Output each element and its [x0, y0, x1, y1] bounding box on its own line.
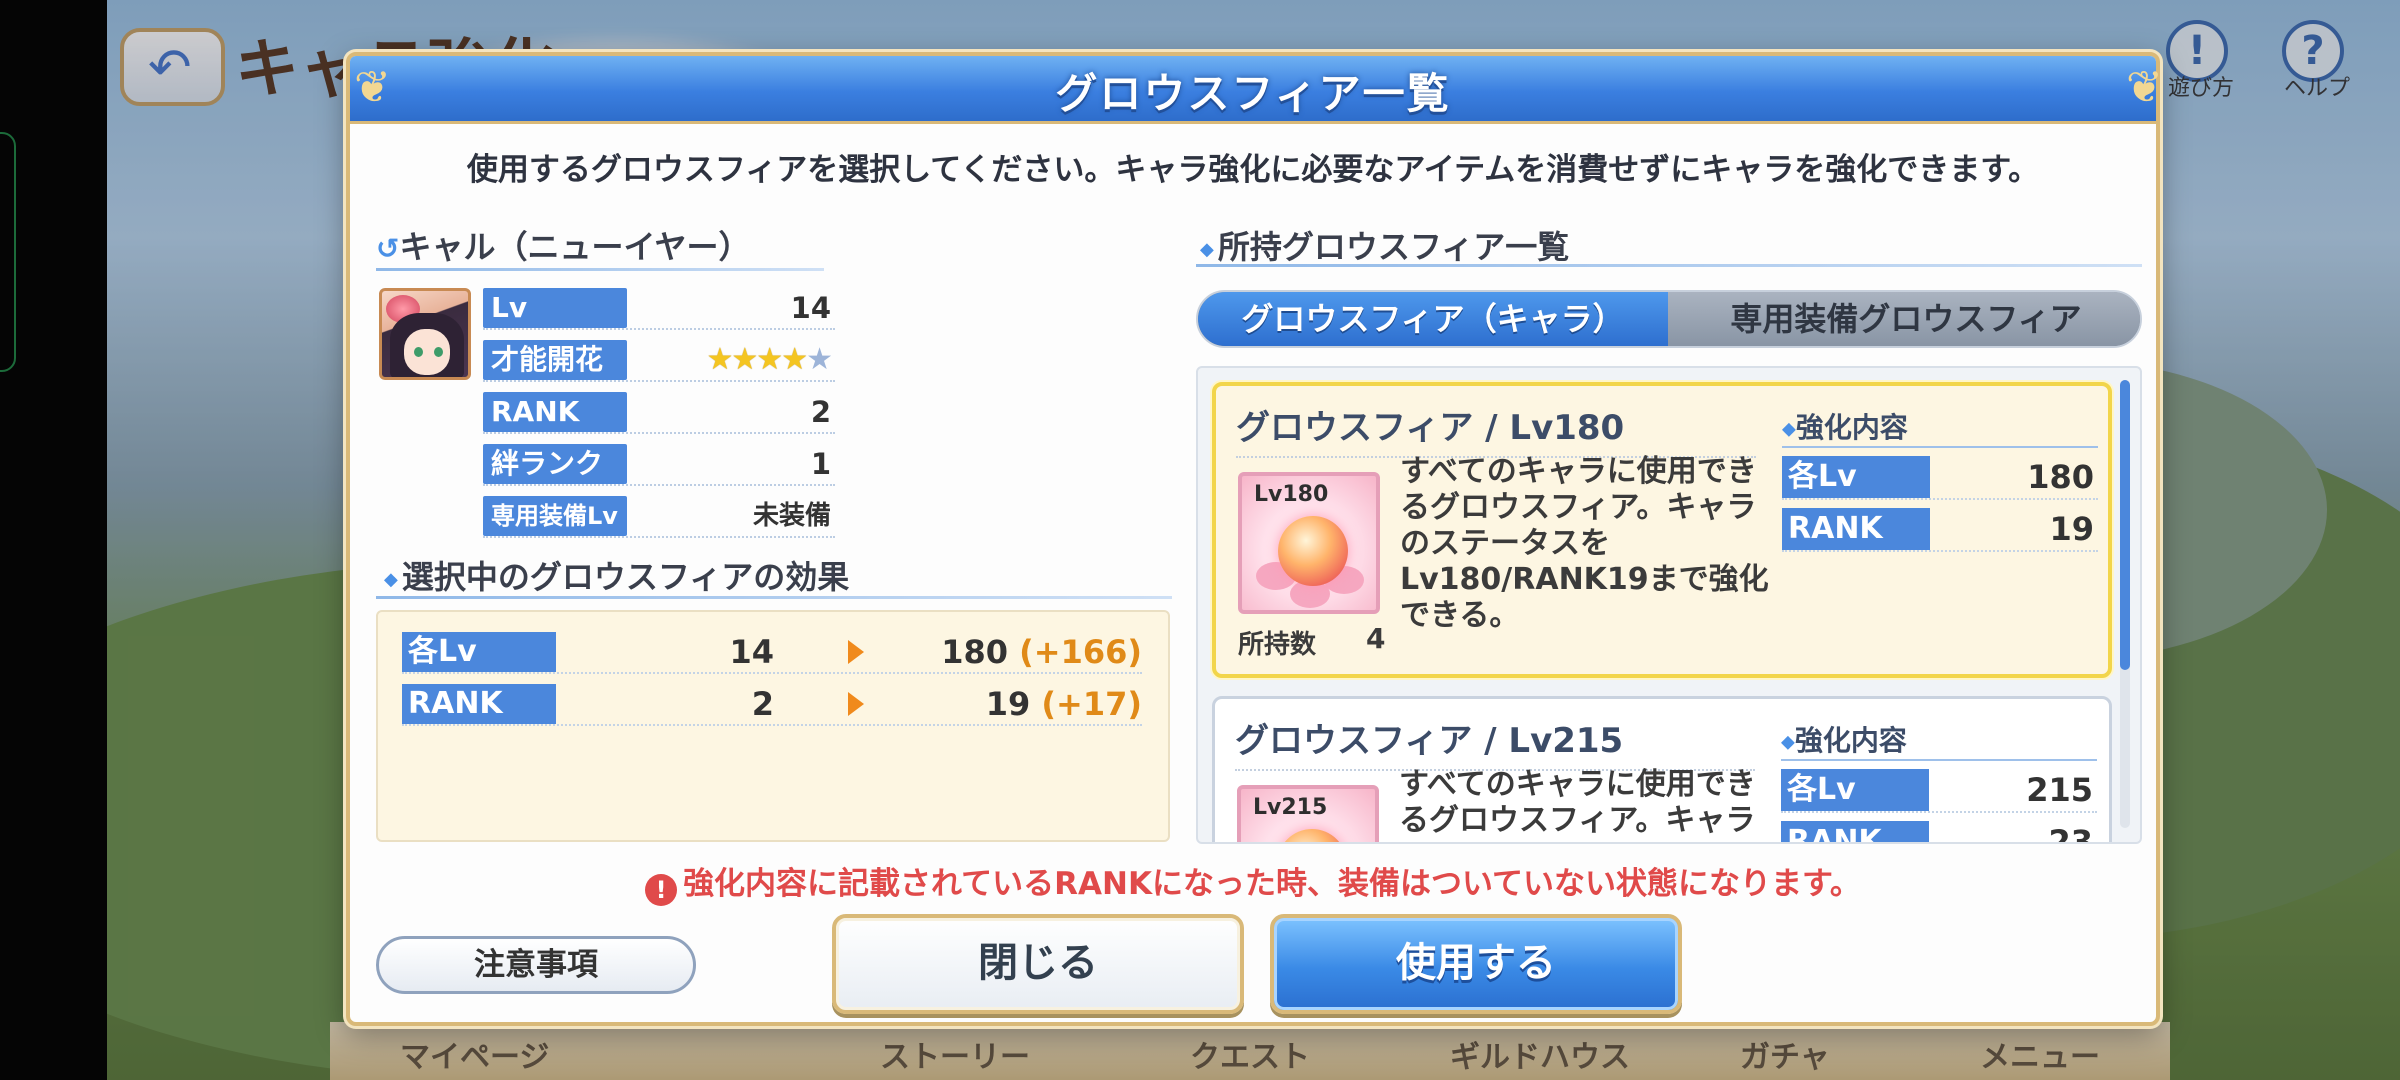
divider — [376, 268, 824, 271]
stat-label: Lv — [483, 288, 627, 328]
card-title: グロウスフィア / Lv215 — [1235, 721, 1624, 761]
card-description: すべてのキャラに使用できるグロウスフィア。キャラ — [1399, 767, 1756, 838]
effect-diff: (+17) — [1041, 685, 1142, 723]
enhance-label: RANK — [1782, 508, 1930, 550]
effect-from-value: 2 — [751, 685, 774, 723]
stat-row-bond-rank: 絆ランク 1 — [483, 442, 835, 486]
owned-heading-text: 所持グロウスフィア一覧 — [1217, 228, 1570, 266]
card-title: グロウスフィア / Lv180 — [1236, 408, 1625, 448]
stat-label: RANK — [483, 392, 627, 432]
sphere-card-lv180[interactable]: グロウスフィア / Lv180 Lv180 すべてのキャラに使用できるグロウスフ… — [1212, 382, 2112, 678]
stat-value: 14 — [790, 291, 831, 325]
arrow-right-icon — [848, 640, 864, 664]
stat-value: 未装備 — [752, 501, 831, 531]
tab-chara-sphere[interactable]: グロウスフィア（キャラ） — [1198, 292, 1668, 346]
header-ornament-icon: ❦ — [354, 62, 391, 113]
diamond-icon: ◆ — [384, 568, 398, 590]
stat-value: 1 — [810, 447, 831, 481]
alert-icon: ! — [645, 874, 678, 906]
growth-sphere-icon: Lv180 — [1238, 472, 1380, 614]
close-button[interactable]: 閉じる — [832, 914, 1244, 1014]
stat-label: 専用装備Lv — [483, 496, 627, 536]
warning-text: 強化内容に記載されているRANKになった時、装備はついていない状態になります。 — [683, 866, 1861, 902]
diamond-icon: ◆ — [1200, 238, 1214, 260]
enhance-value: 19 — [2049, 510, 2094, 548]
star-filled-icon: ★ — [706, 342, 733, 377]
notes-button[interactable]: 注意事項 — [376, 936, 696, 994]
header-ornament-icon: ❦ — [2126, 62, 2163, 113]
divider — [376, 596, 1172, 599]
dialog-header: ❦ グロウスフィア一覧 ❦ — [350, 56, 2163, 124]
character-portrait — [379, 288, 471, 380]
effect-heading: ◆ 選択中のグロウスフィアの効果 — [384, 552, 849, 598]
ribbon-icon: ↺ — [376, 232, 400, 265]
divider — [1781, 759, 2097, 761]
effect-row-lv: 各Lv 14 180 (+166) — [402, 630, 1142, 674]
enhance-row-lv: 各Lv 215 — [1781, 767, 2097, 813]
divider — [1782, 446, 2098, 448]
star-rating: ★★★★★ — [706, 342, 833, 377]
stat-row-talent: 才能開花 ★★★★★ — [483, 338, 835, 382]
owned-count-value: 4 — [1366, 622, 1386, 655]
growth-sphere-dialog: ❦ グロウスフィア一覧 ❦ 使用するグロウスフィアを選択してください。キャラ強化… — [346, 52, 2163, 1026]
star-filled-icon: ★ — [731, 342, 758, 377]
device-left-bezel — [0, 0, 107, 1080]
divider — [1196, 264, 2142, 267]
character-name-heading: ↺キャル（ニューイヤー） — [376, 222, 751, 268]
enhance-value: 180 — [2027, 458, 2094, 496]
sphere-type-tabs: グロウスフィア（キャラ） 専用装備グロウスフィア — [1196, 290, 2142, 348]
stat-label: 絆ランク — [483, 444, 627, 484]
enhance-row-rank: RANK 23 — [1781, 819, 2097, 844]
diamond-icon: ◆ — [1782, 418, 1796, 440]
enhance-heading: ◆強化内容 — [1782, 411, 1908, 444]
dialog-title: グロウスフィア一覧 — [1055, 69, 1451, 118]
edge-indicator — [0, 132, 16, 372]
enhance-label: 各Lv — [1781, 769, 1929, 811]
owned-list-heading: ◆ 所持グロウスフィア一覧 — [1200, 222, 1569, 268]
enhance-value: 23 — [2048, 823, 2093, 844]
effect-diff: (+166) — [1019, 633, 1142, 671]
effect-to-value: 19 (+17) — [985, 685, 1142, 723]
arrow-right-icon — [848, 692, 864, 716]
enhance-label: RANK — [1781, 821, 1929, 842]
card-description: すべてのキャラに使用できるグロウスフィア。キャラのステータスをLv180/RAN… — [1400, 454, 1769, 633]
warning-message: ! 強化内容に記載されているRANKになった時、装備はついていない状態になります。 — [350, 858, 2156, 906]
effect-label: 各Lv — [402, 632, 556, 672]
stat-row-lv: Lv 14 — [483, 286, 835, 330]
stat-label: 才能開花 — [483, 340, 627, 380]
owned-count-label: 所持数 — [1238, 630, 1317, 660]
instruction-text: 使用するグロウスフィアを選択してください。キャラ強化に必要なアイテムを消費せずに… — [466, 152, 2040, 188]
enhance-value: 215 — [2026, 771, 2093, 809]
effect-row-rank: RANK 2 19 (+17) — [402, 682, 1142, 726]
growth-sphere-icon: Lv215 — [1237, 785, 1379, 842]
effect-from-value: 14 — [729, 633, 774, 671]
star-filled-icon: ★ — [756, 342, 783, 377]
star-empty-icon: ★ — [806, 342, 833, 377]
star-filled-icon: ★ — [781, 342, 808, 377]
stat-row-rank: RANK 2 — [483, 390, 835, 434]
diamond-icon: ◆ — [1781, 731, 1795, 753]
enhance-row-rank: RANK 19 — [1782, 506, 2098, 552]
enhance-label: 各Lv — [1782, 456, 1930, 498]
effect-label: RANK — [402, 684, 556, 724]
sphere-card-lv215[interactable]: グロウスフィア / Lv215 Lv215 すべてのキャラに使用できるグロウスフ… — [1212, 696, 2112, 844]
enhance-heading: ◆強化内容 — [1781, 724, 1907, 757]
enhance-row-lv: 各Lv 180 — [1782, 454, 2098, 500]
stat-value: 2 — [810, 395, 831, 429]
use-button[interactable]: 使用する — [1270, 914, 1682, 1014]
character-name: キャル（ニューイヤー） — [399, 228, 751, 266]
sphere-list[interactable]: グロウスフィア / Lv180 Lv180 すべてのキャラに使用できるグロウスフ… — [1196, 366, 2142, 844]
icon-level-label: Lv215 — [1253, 795, 1328, 820]
tab-equip-sphere[interactable]: 専用装備グロウスフィア — [1668, 292, 2140, 346]
icon-level-label: Lv180 — [1254, 482, 1329, 507]
stat-row-unique-equip: 専用装備Lv 未装備 — [483, 494, 835, 538]
effect-panel: 各Lv 14 180 (+166) RANK 2 19 (+17) — [376, 610, 1170, 842]
scrollbar-thumb[interactable] — [2120, 380, 2130, 670]
effect-to-value: 180 (+166) — [941, 633, 1142, 671]
effect-heading-text: 選択中のグロウスフィアの効果 — [401, 558, 850, 596]
